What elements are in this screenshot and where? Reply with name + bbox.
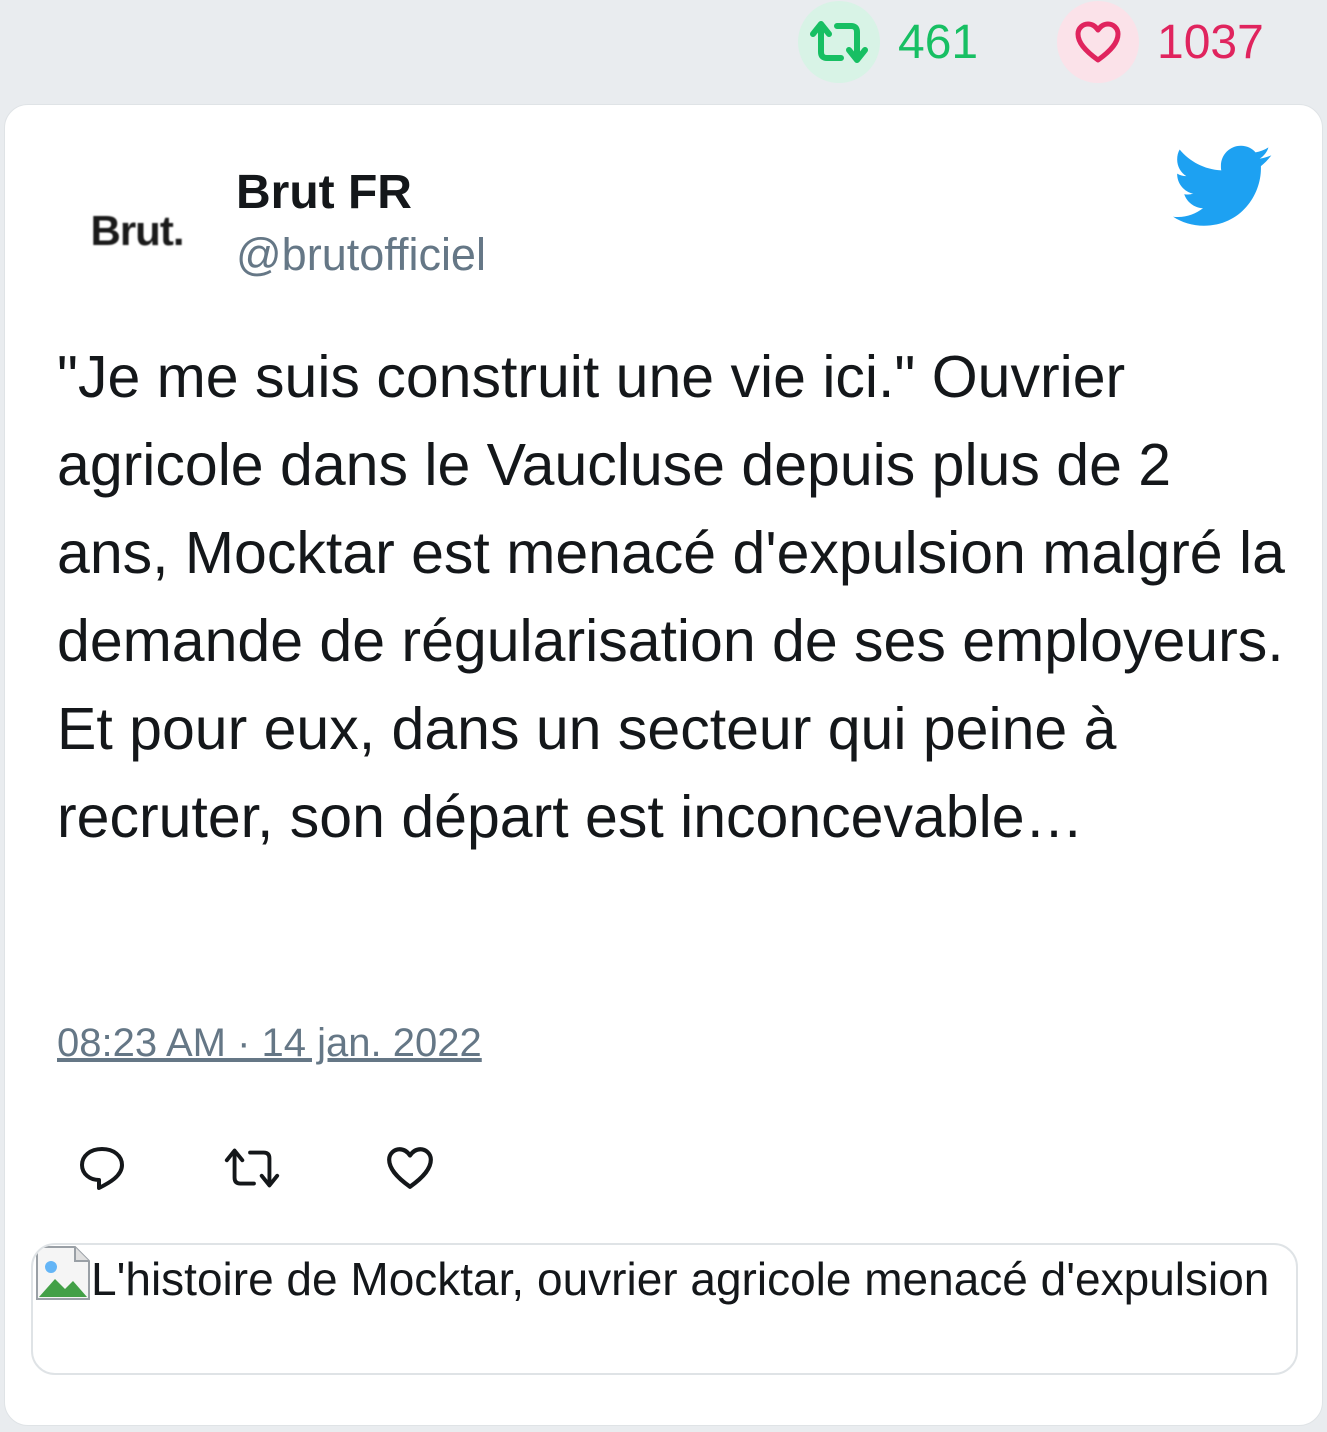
author-name[interactable]: Brut FR — [236, 165, 412, 220]
like-stat[interactable]: 1037 — [1057, 0, 1264, 84]
like-count: 1037 — [1157, 15, 1264, 69]
retweet-icon[interactable] — [217, 1133, 287, 1203]
retweet-stat[interactable]: 461 — [798, 0, 978, 84]
broken-image-icon — [35, 1245, 91, 1301]
tweet-timestamp[interactable]: 08:23 AM · 14 jan. 2022 — [57, 1021, 482, 1066]
heart-icon — [1057, 1, 1139, 83]
twitter-bird-icon[interactable] — [1173, 145, 1273, 229]
reply-icon[interactable] — [67, 1133, 137, 1203]
tweet-card: Brut. Brut FR @brutofficiel "Je me suis … — [4, 104, 1323, 1426]
avatar-logo-text: Brut. — [90, 207, 185, 254]
avatar[interactable]: Brut. — [67, 161, 207, 301]
retweet-icon — [798, 1, 880, 83]
like-icon[interactable] — [375, 1133, 445, 1203]
engagement-bar: 461 1037 — [0, 0, 1327, 100]
retweet-count: 461 — [898, 15, 979, 69]
media-embed[interactable]: L'histoire de Mocktar, ouvrier agricole … — [31, 1243, 1298, 1375]
media-alt-text: L'histoire de Mocktar, ouvrier agricole … — [91, 1253, 1270, 1305]
tweet-text: "Je me suis construit une vie ici." Ouvr… — [57, 344, 1285, 850]
author-handle[interactable]: @brutofficiel — [236, 229, 486, 281]
